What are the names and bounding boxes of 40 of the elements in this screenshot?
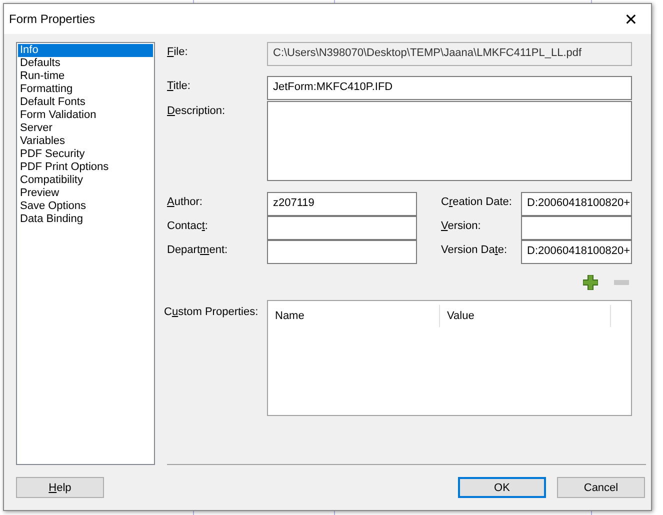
text-field[interactable]: [267, 216, 417, 240]
category-item[interactable]: Compatibility: [18, 174, 153, 187]
category-item[interactable]: Defaults: [18, 57, 153, 70]
category-item[interactable]: Preview: [18, 187, 153, 200]
text-field[interactable]: D:20060418100820+: [521, 192, 632, 216]
field-label: Contact:: [167, 219, 209, 232]
field-label: Description:: [167, 104, 226, 117]
field-label: Department:: [167, 243, 229, 256]
dialog-button[interactable]: Help: [16, 477, 104, 498]
field-label: Custom Properties:: [164, 305, 260, 318]
window-title: Form Properties: [9, 12, 96, 26]
field-label: File:: [167, 45, 189, 58]
add-icon[interactable]: [583, 274, 598, 290]
field-label: Title:: [167, 79, 192, 92]
column-header[interactable]: Value: [440, 305, 611, 327]
category-item[interactable]: Formatting: [18, 83, 153, 96]
text-field[interactable]: [521, 216, 632, 240]
category-item[interactable]: Default Fonts: [18, 96, 153, 109]
category-item[interactable]: Form Validation: [18, 109, 153, 122]
category-item[interactable]: Data Binding: [18, 213, 153, 226]
dialog-button[interactable]: Cancel: [557, 477, 645, 498]
category-item[interactable]: PDF Print Options: [18, 161, 153, 174]
text-field[interactable]: D:20060418100820+: [521, 240, 632, 264]
category-item[interactable]: Save Options: [18, 200, 153, 213]
category-item[interactable]: PDF Security: [18, 148, 153, 161]
field-label: Version Date:: [441, 243, 508, 256]
dialog-button[interactable]: OK: [458, 477, 546, 498]
description-field[interactable]: [267, 101, 632, 181]
column-header[interactable]: Name: [268, 305, 440, 327]
category-item[interactable]: Run-time: [18, 70, 153, 83]
field-label: Creation Date:: [441, 195, 513, 208]
category-item[interactable]: Variables: [18, 135, 153, 148]
field-label: Version:: [441, 219, 482, 232]
text-field[interactable]: z207119: [267, 192, 417, 216]
text-field[interactable]: [267, 240, 417, 264]
close-button[interactable]: ✕: [611, 4, 651, 34]
title-field[interactable]: JetForm:MKFC410P.IFD: [267, 76, 632, 100]
category-item[interactable]: Server: [18, 122, 153, 135]
category-item[interactable]: Info: [18, 44, 153, 57]
field-label: Author:: [167, 195, 204, 208]
